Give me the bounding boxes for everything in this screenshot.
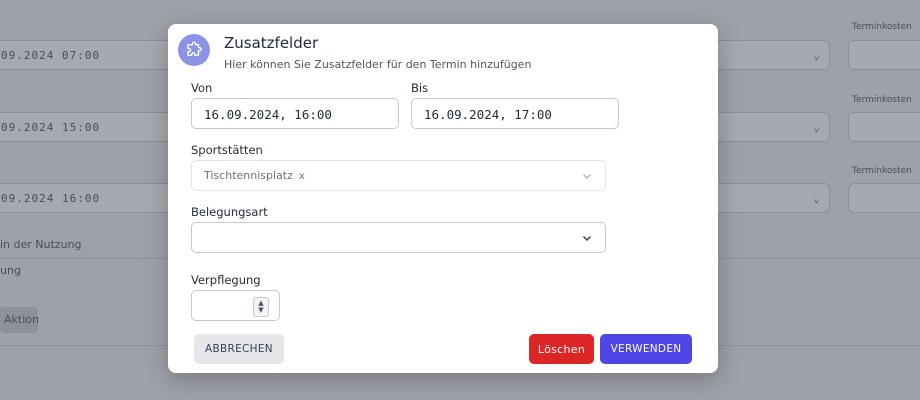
dialog-subtitle: Hier können Sie Zusatzfelder für den Ter… xyxy=(224,58,532,71)
dialog-title: Zusatzfelder xyxy=(224,34,319,52)
von-label: Von xyxy=(191,81,213,95)
von-value: 16.09.2024, 16:00 xyxy=(204,107,332,122)
bg-button: Aktion xyxy=(0,307,39,333)
verpflegung-label: Verpflegung xyxy=(191,273,261,287)
bg-datetime-value: 09.2024 07:00 xyxy=(1,49,101,62)
belegungsart-label: Belegungsart xyxy=(191,205,268,219)
selected-tag-label: Tischtennisplatz xyxy=(204,169,293,182)
delete-button[interactable]: Löschen xyxy=(529,334,594,364)
bis-value: 16.09.2024, 17:00 xyxy=(424,107,552,122)
sportstaetten-select[interactable]: Tischtennisplatz x xyxy=(191,160,606,191)
bg-text: ung xyxy=(0,264,21,277)
sportstaetten-label: Sportstätten xyxy=(191,143,263,157)
verpflegung-number-input[interactable]: ▲ ▼ xyxy=(191,290,280,321)
bis-label: Bis xyxy=(411,81,429,95)
bg-text: in der Nutzung xyxy=(0,238,82,251)
bg-datetime-value: 09.2024 16:00 xyxy=(1,192,101,205)
number-stepper[interactable]: ▲ ▼ xyxy=(253,297,269,317)
bg-datetime-value: 09.2024 15:00 xyxy=(1,121,101,134)
puzzle-icon xyxy=(187,41,202,56)
chevron-down-icon: ⌄ xyxy=(813,49,821,62)
dialog-icon-badge xyxy=(178,34,210,66)
chevron-down-icon: ⌄ xyxy=(813,121,821,134)
bg-field-right-1 xyxy=(848,40,920,70)
bg-label: Terminkosten xyxy=(852,22,912,32)
belegungsart-select[interactable] xyxy=(191,222,606,253)
bg-field-right-3 xyxy=(848,183,920,213)
bg-label: Terminkosten xyxy=(852,166,912,176)
zusatzfelder-dialog: Zusatzfelder Hier können Sie Zusatzfelde… xyxy=(168,24,718,373)
bg-label: Terminkosten xyxy=(852,95,912,105)
stepper-down-icon[interactable]: ▼ xyxy=(258,307,263,314)
chevron-down-icon xyxy=(583,174,591,179)
bg-button-label: Aktion xyxy=(4,313,39,326)
bg-field-right-2 xyxy=(848,112,920,142)
chevron-down-icon: ⌄ xyxy=(813,192,821,205)
cancel-button[interactable]: ABBRECHEN xyxy=(194,334,284,364)
bis-datetime-input[interactable]: 16.09.2024, 17:00 xyxy=(411,98,619,129)
apply-button[interactable]: VERWENDEN xyxy=(600,334,692,364)
chevron-down-icon xyxy=(582,235,592,242)
remove-tag-icon[interactable]: x xyxy=(299,171,305,182)
selected-tag: Tischtennisplatz x xyxy=(204,169,305,182)
von-datetime-input[interactable]: 16.09.2024, 16:00 xyxy=(191,98,399,129)
